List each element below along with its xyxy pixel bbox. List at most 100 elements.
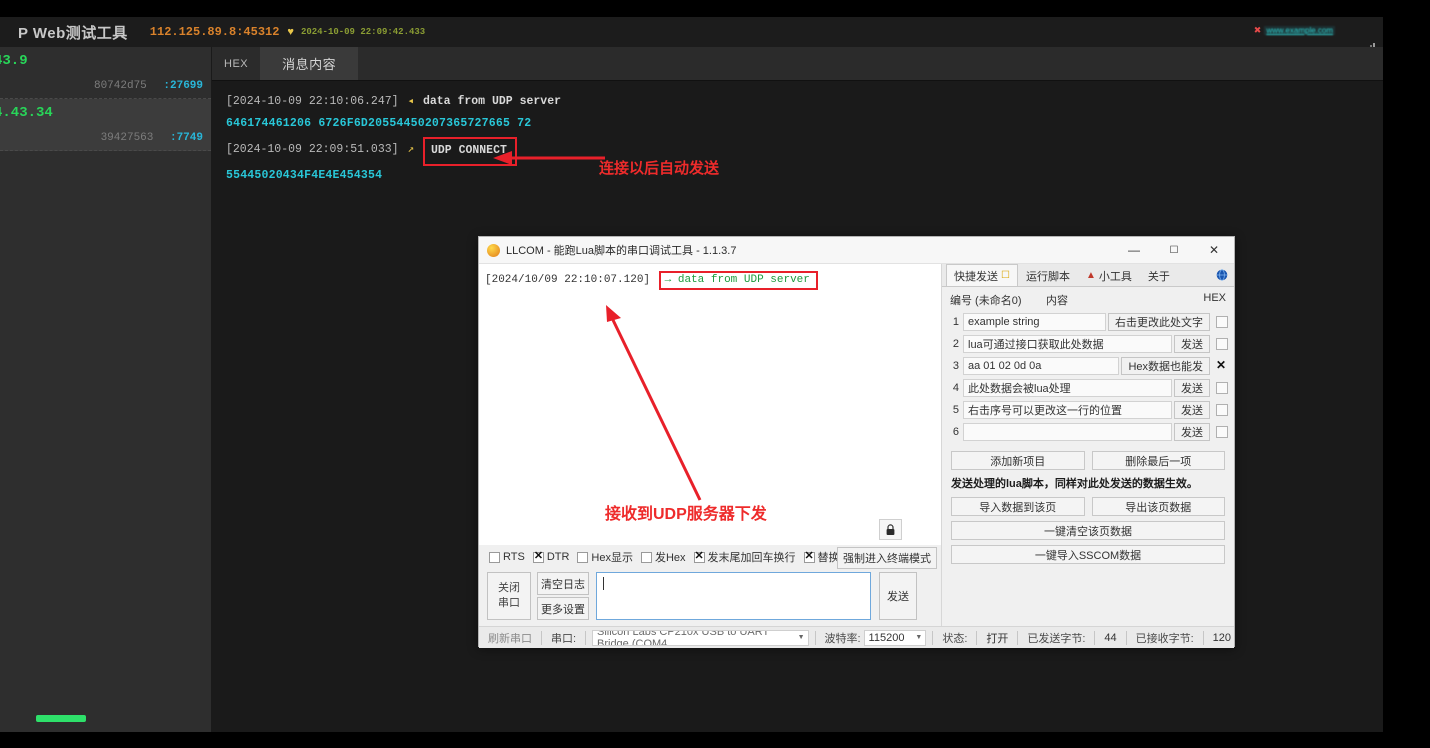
- baud-select-value: 115200: [868, 631, 905, 644]
- tab-hex[interactable]: HEX: [212, 47, 260, 80]
- log-entry: [2024/10/09 22:10:07.120] → data from UD…: [485, 271, 941, 290]
- checkbox-dtr-label: DTR: [546, 551, 570, 563]
- row-hex-checkbox[interactable]: [1216, 382, 1228, 394]
- add-item-button[interactable]: 添加新项目: [951, 451, 1085, 470]
- llcom-window: LLCOM - 能跑Lua脚本的串口调试工具 - 1.1.3.7 — ☐ ✕ […: [478, 236, 1235, 648]
- connection-meta: 39427563 :7749: [101, 132, 203, 144]
- row-content-field[interactable]: [963, 423, 1172, 441]
- table-row: 5 右击序号可以更改这一行的位置 发送: [942, 399, 1234, 421]
- checkbox-hex-display[interactable]: [577, 551, 589, 563]
- export-data-button[interactable]: 导出该页数据: [1091, 497, 1225, 516]
- row-hex-checkbox[interactable]: [1216, 338, 1228, 350]
- connection-port: :27699: [163, 80, 203, 92]
- clear-page-data-button[interactable]: 一键清空该页数据: [951, 521, 1225, 540]
- row-send-button[interactable]: 发送: [1174, 335, 1210, 353]
- llcom-title-bar[interactable]: LLCOM - 能跑Lua脚本的串口调试工具 - 1.1.3.7 — ☐ ✕: [479, 237, 1234, 264]
- baud-select[interactable]: 115200 ▼: [863, 629, 927, 646]
- tab-quick-send-label: 快捷发送: [954, 270, 998, 283]
- row-content-field[interactable]: aa 01 02 0d 0a: [963, 357, 1120, 375]
- import-data-button[interactable]: 导入数据到该页: [951, 497, 1085, 516]
- connection-id: 39427563: [100, 132, 154, 144]
- lock-icon[interactable]: [879, 519, 902, 540]
- checkbox-send-hex[interactable]: [640, 551, 652, 563]
- send-button[interactable]: 发送: [879, 572, 917, 620]
- divider: [1017, 630, 1019, 645]
- highlight-box-received-data: → data from UDP server: [658, 271, 818, 290]
- divider: [814, 630, 816, 645]
- row-number: 2: [952, 338, 959, 350]
- divider: [1094, 630, 1096, 645]
- row-send-button[interactable]: 发送: [1174, 379, 1210, 397]
- webapp-title: P Web测试工具: [18, 24, 128, 42]
- webapp-tabs: HEX 消息内容: [212, 47, 1383, 81]
- text-caret: [603, 577, 604, 590]
- refresh-port-button[interactable]: 刷新串口: [485, 630, 535, 646]
- table-row: 6 发送: [942, 421, 1234, 443]
- tab-run-script-label: 运行脚本: [1025, 270, 1070, 283]
- more-settings-button[interactable]: 更多设置: [537, 597, 589, 620]
- row-send-button[interactable]: 右击更改此处文字: [1108, 313, 1210, 331]
- row-send-button[interactable]: 发送: [1174, 401, 1210, 419]
- checkbox-replace-invisible[interactable]: [803, 550, 815, 563]
- checkbox-hex-display-label: Hex显示: [591, 552, 633, 564]
- checkbox-append-crlf[interactable]: [693, 550, 705, 563]
- row-content-field[interactable]: lua可通过接口获取此处数据: [963, 335, 1172, 353]
- divider: [1125, 630, 1127, 645]
- tab-message-content[interactable]: 消息内容: [260, 47, 359, 80]
- webapp-header: P Web测试工具 112.125.89.8:45312 ♥ 2024-10-0…: [0, 17, 1383, 53]
- checkbox-rts[interactable]: [489, 551, 500, 563]
- row-send-button[interactable]: Hex数据也能发: [1121, 357, 1210, 375]
- divider: [541, 630, 542, 645]
- connection-list-sidebar: 43.9 80742d75 :27699 4.43.34 39427563 :7…: [0, 47, 212, 732]
- recv-arrow-icon: ◂: [407, 96, 415, 108]
- divider: [932, 630, 934, 645]
- annotation-auto-send: 连接以后自动发送: [599, 160, 720, 177]
- port-select[interactable]: Silicon Labs CP210x USB to UART Bridge (…: [592, 629, 809, 646]
- log-hex-line: 55445020434F4E4E454354: [226, 169, 383, 183]
- webapp-link-label: www.example.com: [1264, 26, 1335, 35]
- clear-log-button[interactable]: 清空日志: [537, 572, 589, 595]
- row-number: 3: [952, 360, 959, 372]
- connection-ip: 43.9: [0, 53, 28, 69]
- close-port-button[interactable]: 关闭 串口: [487, 572, 531, 620]
- state-label: 状态:: [942, 632, 968, 645]
- checkbox-append-crlf-label: 发末尾加回车换行: [707, 552, 796, 564]
- table-row: 2 lua可通过接口获取此处数据 发送: [942, 333, 1234, 355]
- lua-script-note: 发送处理的lua脚本，同样对此处发送的数据生效。: [951, 478, 1198, 490]
- log-entry: [2024-10-09 22:09:51.033] ↗ UDP CONNECT: [226, 136, 1369, 167]
- row-hex-checkbox[interactable]: [1216, 358, 1228, 372]
- close-port-label-line1: 关闭: [498, 582, 520, 595]
- row-content-field[interactable]: example string: [963, 313, 1106, 331]
- connection-list-item[interactable]: 43.9 80742d75 :27699: [0, 47, 211, 99]
- tab-about[interactable]: 关于: [1140, 264, 1178, 286]
- log-timestamp: [2024/10/09 22:10:07.120]: [485, 274, 651, 286]
- llcom-right-panel: 快捷发送 ☐ 运行脚本 ▲ 小工具 关于 编号 (未命名0) 内容 HEX 1 …: [941, 264, 1234, 626]
- webapp-address: 112.125.89.8:45312: [149, 25, 280, 39]
- import-sscom-button[interactable]: 一键导入SSCOM数据: [951, 545, 1225, 564]
- force-terminal-mode-button[interactable]: 强制进入终端模式: [837, 547, 937, 569]
- tab-tools[interactable]: ▲ 小工具: [1078, 264, 1140, 286]
- globe-icon[interactable]: [1216, 264, 1228, 286]
- row-hex-checkbox[interactable]: [1216, 404, 1228, 416]
- minimize-button[interactable]: —: [1114, 237, 1154, 264]
- sent-bytes-label: 已发送字节:: [1027, 632, 1086, 645]
- row-content-field[interactable]: 右击序号可以更改这一行的位置: [963, 401, 1172, 419]
- close-button[interactable]: ✕: [1194, 237, 1234, 264]
- connection-list-item[interactable]: 4.43.34 39427563 :7749: [0, 99, 211, 151]
- log-timestamp: [2024-10-09 22:10:06.247]: [226, 95, 399, 108]
- log-timestamp: [2024-10-09 22:09:51.033]: [226, 142, 399, 156]
- checkbox-dtr[interactable]: [532, 550, 544, 563]
- column-header-hex: HEX: [1203, 292, 1226, 304]
- row-hex-checkbox[interactable]: [1216, 316, 1228, 328]
- row-hex-checkbox[interactable]: [1216, 426, 1228, 438]
- column-header-number: 编号 (未命名0): [950, 295, 1022, 307]
- send-input[interactable]: [596, 572, 871, 620]
- row-send-button[interactable]: 发送: [1174, 423, 1210, 441]
- tab-quick-send[interactable]: 快捷发送 ☐: [946, 264, 1018, 286]
- tab-run-script[interactable]: 运行脚本: [1018, 264, 1078, 286]
- row-content-field[interactable]: 此处数据会被lua处理: [963, 379, 1172, 397]
- table-row: 3 aa 01 02 0d 0a Hex数据也能发: [942, 355, 1234, 377]
- delete-last-item-button[interactable]: 删除最后一项: [1091, 451, 1225, 470]
- maximize-button[interactable]: ☐: [1154, 237, 1194, 264]
- webapp-external-link[interactable]: ✖ www.example.com: [1254, 25, 1335, 36]
